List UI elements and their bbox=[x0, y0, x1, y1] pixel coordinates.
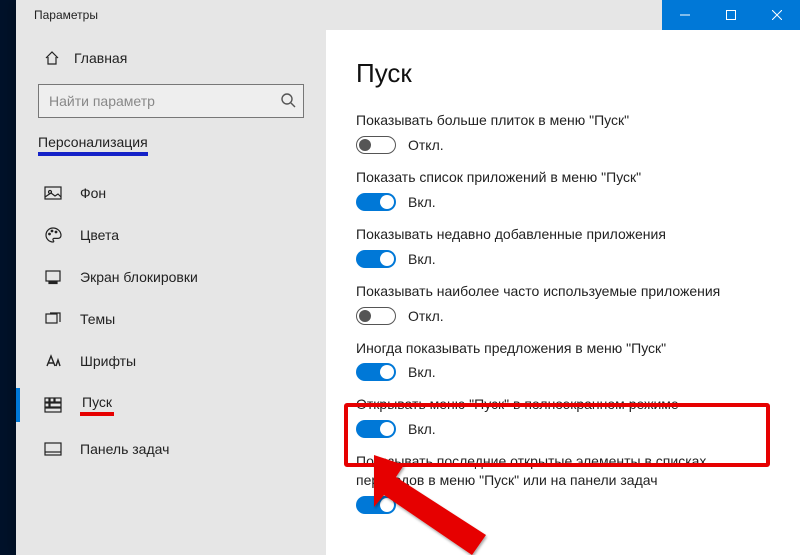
setting-more-tiles: Показывать больше плиток в меню "Пуск" О… bbox=[356, 111, 770, 154]
setting-most-used: Показывать наиболее часто используемые п… bbox=[356, 282, 770, 325]
nav-label: Панель задач bbox=[80, 441, 169, 457]
toggle-state: Откл. bbox=[408, 137, 444, 153]
setting-label: Показать список приложений в меню "Пуск" bbox=[356, 168, 770, 187]
taskbar-icon bbox=[44, 440, 62, 458]
toggle-fullscreen[interactable] bbox=[356, 420, 396, 438]
toggle[interactable] bbox=[356, 307, 396, 325]
search-input[interactable] bbox=[38, 84, 304, 118]
setting-label: Иногда показывать предложения в меню "Пу… bbox=[356, 339, 770, 358]
toggle[interactable] bbox=[356, 193, 396, 211]
home-label: Главная bbox=[74, 50, 127, 66]
picture-icon bbox=[44, 184, 62, 202]
lockscreen-icon bbox=[44, 268, 62, 286]
sidebar: Главная Персонализация Фон bbox=[16, 30, 326, 555]
setting-label: Открывать меню "Пуск" в полноэкранном ре… bbox=[356, 395, 770, 414]
setting-jumplist: Показывать последние открытые элементы в… bbox=[356, 452, 770, 514]
toggle-state: Вкл. bbox=[408, 497, 436, 513]
category-label: Персонализация bbox=[38, 134, 148, 156]
close-button[interactable] bbox=[754, 0, 800, 30]
toggle-state: Откл. bbox=[408, 308, 444, 324]
content-pane: Пуск Показывать больше плиток в меню "Пу… bbox=[326, 30, 800, 555]
setting-suggestions: Иногда показывать предложения в меню "Пу… bbox=[356, 339, 770, 382]
toggle[interactable] bbox=[356, 136, 396, 154]
nav-label: Цвета bbox=[80, 227, 119, 243]
nav-label: Пуск bbox=[80, 394, 114, 416]
nav-themes[interactable]: Темы bbox=[16, 298, 326, 340]
toggle-state: Вкл. bbox=[408, 251, 436, 267]
palette-icon bbox=[44, 226, 62, 244]
maximize-button[interactable] bbox=[708, 0, 754, 30]
home-icon bbox=[44, 50, 60, 66]
nav-colors[interactable]: Цвета bbox=[16, 214, 326, 256]
setting-app-list: Показать список приложений в меню "Пуск"… bbox=[356, 168, 770, 211]
page-heading: Пуск bbox=[356, 58, 770, 89]
titlebar: Параметры bbox=[16, 0, 800, 30]
home-link[interactable]: Главная bbox=[16, 40, 326, 76]
toggle-state: Вкл. bbox=[408, 194, 436, 210]
minimize-button[interactable] bbox=[662, 0, 708, 30]
toggle-state: Вкл. bbox=[408, 364, 436, 380]
toggle[interactable] bbox=[356, 250, 396, 268]
setting-label: Показывать наиболее часто используемые п… bbox=[356, 282, 770, 301]
nav-fonts[interactable]: Шрифты bbox=[16, 340, 326, 382]
toggle[interactable] bbox=[356, 363, 396, 381]
themes-icon bbox=[44, 310, 62, 328]
nav-label: Фон bbox=[80, 185, 106, 201]
nav-start[interactable]: Пуск bbox=[16, 382, 326, 428]
search-icon bbox=[280, 92, 296, 113]
toggle-state: Вкл. bbox=[408, 421, 436, 437]
setting-label: Показывать последние открытые элементы в… bbox=[356, 452, 770, 490]
setting-label: Показывать больше плиток в меню "Пуск" bbox=[356, 111, 770, 130]
nav-lockscreen[interactable]: Экран блокировки bbox=[16, 256, 326, 298]
settings-window: Параметры Главная bbox=[16, 0, 800, 555]
nav-list: Фон Цвета Экран блокировки bbox=[16, 172, 326, 470]
setting-label: Показывать недавно добавленные приложени… bbox=[356, 225, 770, 244]
setting-fullscreen-start: Открывать меню "Пуск" в полноэкранном ре… bbox=[356, 395, 770, 438]
nav-label: Экран блокировки bbox=[80, 269, 198, 285]
setting-recent-apps: Показывать недавно добавленные приложени… bbox=[356, 225, 770, 268]
nav-taskbar[interactable]: Панель задач bbox=[16, 428, 326, 470]
window-title: Параметры bbox=[16, 8, 662, 22]
fonts-icon bbox=[44, 352, 62, 370]
nav-background[interactable]: Фон bbox=[16, 172, 326, 214]
search-field[interactable] bbox=[38, 84, 304, 118]
category-heading: Персонализация bbox=[38, 134, 304, 158]
nav-label: Шрифты bbox=[80, 353, 136, 369]
nav-label: Темы bbox=[80, 311, 115, 327]
toggle[interactable] bbox=[356, 496, 396, 514]
start-icon bbox=[44, 396, 62, 414]
